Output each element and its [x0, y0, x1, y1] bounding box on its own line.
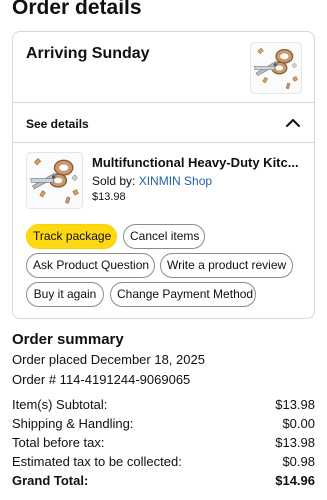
summary-row: Shipping & Handling: $0.00: [12, 415, 315, 432]
item-price: $13.98: [92, 191, 126, 203]
order-number: Order # 114-4191244-9069065: [12, 372, 191, 387]
divider: [13, 142, 314, 143]
divider: [13, 102, 314, 103]
summary-row: Total before tax: $13.98: [12, 434, 315, 451]
scissors-icon: [27, 153, 82, 208]
summary-row-label: Item(s) Subtotal:: [12, 397, 108, 412]
order-summary-heading: Order summary: [12, 331, 124, 348]
track-package-button[interactable]: Track package: [26, 224, 117, 249]
grand-total-value: $14.96: [275, 473, 315, 488]
grand-total-row: Grand Total: $14.96: [12, 472, 315, 489]
summary-row-label: Estimated tax to be collected:: [12, 454, 182, 469]
change-payment-method-button[interactable]: Change Payment Method: [110, 282, 256, 307]
sold-by-label: Sold by:: [92, 174, 139, 188]
summary-row-label: Total before tax:: [12, 435, 105, 450]
cancel-items-button[interactable]: Cancel items: [123, 224, 205, 249]
summary-row: Item(s) Subtotal: $13.98: [12, 396, 315, 413]
shipment-card: Arriving Sunday See details Multifunctio…: [12, 31, 315, 319]
delivery-status: Arriving Sunday: [26, 45, 150, 62]
summary-row: Estimated tax to be collected: $0.98: [12, 453, 315, 470]
sold-by: Sold by: XINMIN Shop: [92, 173, 212, 189]
grand-total-label: Grand Total:: [12, 473, 89, 488]
ask-product-question-button[interactable]: Ask Product Question: [26, 253, 155, 278]
write-review-button[interactable]: Write a product review: [160, 253, 293, 278]
summary-row-label: Shipping & Handling:: [12, 416, 134, 431]
chevron-up-icon[interactable]: [285, 117, 301, 129]
summary-row-value: $13.98: [275, 397, 315, 412]
summary-row-value: $0.00: [282, 416, 315, 431]
product-image[interactable]: [26, 152, 83, 209]
seller-link[interactable]: XINMIN Shop: [139, 174, 212, 188]
summary-row-value: $13.98: [275, 435, 315, 450]
see-details-toggle[interactable]: See details: [26, 116, 89, 132]
product-title-link[interactable]: Multifunctional Heavy-Duty Kitc...: [92, 154, 304, 171]
summary-row-value: $0.98: [282, 454, 315, 469]
page-title: Order details: [12, 0, 142, 19]
order-placed-date: Order placed December 18, 2025: [12, 352, 205, 367]
product-thumbnail-small[interactable]: [250, 42, 302, 94]
buy-it-again-button[interactable]: Buy it again: [26, 282, 104, 307]
scissors-icon: [251, 43, 301, 93]
